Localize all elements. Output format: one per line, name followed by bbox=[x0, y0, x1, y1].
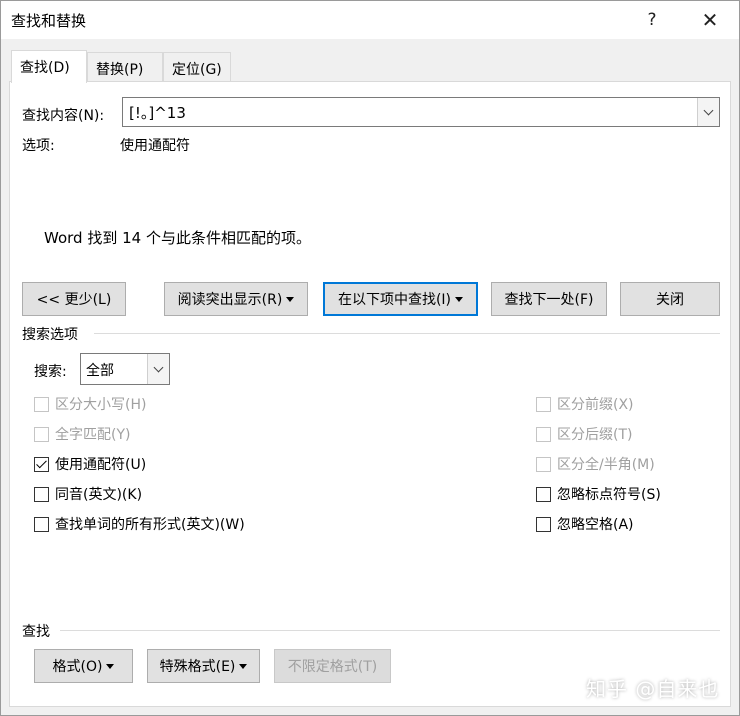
reading-highlight-label: 阅读突出显示(R) bbox=[177, 292, 283, 308]
checkbox-box bbox=[34, 486, 49, 502]
sounds-like-checkbox[interactable]: 同音(英文)(K) bbox=[34, 484, 142, 504]
checkbox-box bbox=[536, 456, 551, 472]
less-button-label: << 更少(L) bbox=[36, 292, 112, 308]
checkmark-icon bbox=[34, 456, 49, 472]
dropdown-caret-icon bbox=[286, 296, 295, 302]
options-value: 使用通配符 bbox=[120, 138, 190, 154]
find-replace-dialog: 查找和替换 ? ✕ 查找(D) 替换(P) 定位(G) 查找内容(N): [!。… bbox=[0, 0, 740, 716]
ignore-punctuation-checkbox[interactable]: 忽略标点符号(S) bbox=[536, 484, 661, 504]
result-message: Word 找到 14 个与此条件相匹配的项。 bbox=[44, 229, 311, 247]
find-section-heading: 查找 bbox=[22, 624, 50, 640]
tab-goto[interactable]: 定位(G) bbox=[163, 52, 231, 82]
checkbox-box bbox=[536, 426, 551, 442]
search-direction-dropdown-button[interactable] bbox=[147, 354, 169, 384]
checkbox-label: 区分前缀(X) bbox=[557, 397, 634, 413]
search-direction-label: 搜索: bbox=[34, 364, 67, 380]
special-format-button[interactable]: 特殊格式(E) bbox=[147, 649, 260, 683]
reading-highlight-button[interactable]: 阅读突出显示(R) bbox=[164, 282, 308, 316]
search-direction-value: 全部 bbox=[86, 363, 114, 379]
format-button-label: 格式(O) bbox=[52, 659, 103, 675]
dropdown-caret-icon bbox=[106, 663, 115, 669]
search-options-heading: 搜索选项 bbox=[22, 327, 78, 343]
find-next-button[interactable]: 查找下一处(F) bbox=[491, 282, 607, 316]
find-next-label: 查找下一处(F) bbox=[504, 292, 594, 308]
find-what-dropdown-button[interactable] bbox=[697, 98, 719, 126]
dropdown-caret-icon bbox=[455, 296, 464, 302]
whole-word-checkbox[interactable]: 全字匹配(Y) bbox=[34, 424, 130, 444]
checkbox-label: 忽略标点符号(S) bbox=[557, 487, 661, 503]
checkbox-label: 查找单词的所有形式(英文)(W) bbox=[55, 517, 245, 533]
find-in-button[interactable]: 在以下项中查找(I) bbox=[323, 282, 478, 316]
section-divider bbox=[94, 333, 720, 334]
window-title: 查找和替换 bbox=[11, 12, 87, 30]
checkbox-box bbox=[536, 516, 551, 532]
ignore-whitespace-checkbox[interactable]: 忽略空格(A) bbox=[536, 514, 634, 534]
match-case-checkbox[interactable]: 区分大小写(H) bbox=[34, 394, 146, 414]
checkbox-box bbox=[34, 516, 49, 532]
checkbox-label: 同音(英文)(K) bbox=[55, 487, 143, 503]
find-what-value: [!。]^13 bbox=[129, 104, 186, 122]
checkbox-label: 区分后缀(T) bbox=[557, 427, 633, 443]
special-format-label: 特殊格式(E) bbox=[159, 659, 236, 675]
close-button[interactable]: 关闭 bbox=[620, 282, 720, 316]
options-label: 选项: bbox=[22, 138, 55, 154]
checkbox-label: 忽略空格(A) bbox=[557, 517, 634, 533]
watermark: 知乎 @自来也 bbox=[586, 677, 720, 701]
help-button[interactable]: ? bbox=[629, 5, 675, 35]
checkbox-label: 全字匹配(Y) bbox=[55, 427, 131, 443]
checkbox-box bbox=[536, 396, 551, 412]
close-window-icon[interactable]: ✕ bbox=[687, 5, 733, 35]
match-width-checkbox[interactable]: 区分全/半角(M) bbox=[536, 454, 655, 474]
section-divider bbox=[60, 630, 720, 631]
all-word-forms-checkbox[interactable]: 查找单词的所有形式(英文)(W) bbox=[34, 514, 245, 534]
checkbox-label: 区分大小写(H) bbox=[55, 397, 147, 413]
chevron-down-icon bbox=[703, 105, 714, 115]
less-button[interactable]: << 更少(L) bbox=[22, 282, 126, 316]
format-button[interactable]: 格式(O) bbox=[34, 649, 133, 683]
match-prefix-checkbox[interactable]: 区分前缀(X) bbox=[536, 394, 634, 414]
no-formatting-label: 不限定格式(T) bbox=[287, 659, 378, 675]
tab-replace[interactable]: 替换(P) bbox=[87, 52, 163, 82]
close-button-label: 关闭 bbox=[656, 292, 684, 308]
checkbox-box bbox=[34, 426, 49, 442]
checkbox-label: 区分全/半角(M) bbox=[557, 457, 655, 473]
title-bar: 查找和替换 ? ✕ bbox=[1, 1, 739, 39]
dropdown-caret-icon bbox=[239, 663, 248, 669]
find-what-input[interactable]: [!。]^13 bbox=[122, 97, 720, 127]
find-panel: 查找内容(N): [!。]^13 选项: 使用通配符 Word 找到 14 个与… bbox=[9, 81, 731, 707]
checkbox-box bbox=[536, 486, 551, 502]
search-direction-select[interactable]: 全部 bbox=[80, 353, 170, 385]
checkbox-box bbox=[34, 396, 49, 412]
find-in-label: 在以下项中查找(I) bbox=[337, 292, 452, 308]
find-what-label: 查找内容(N): bbox=[22, 108, 105, 124]
match-suffix-checkbox[interactable]: 区分后缀(T) bbox=[536, 424, 632, 444]
chevron-down-icon bbox=[153, 362, 164, 372]
checkbox-label: 使用通配符(U) bbox=[55, 457, 147, 473]
no-formatting-button[interactable]: 不限定格式(T) bbox=[274, 649, 391, 683]
use-wildcards-checkbox[interactable]: 使用通配符(U) bbox=[34, 454, 146, 474]
tab-find[interactable]: 查找(D) bbox=[11, 50, 87, 83]
